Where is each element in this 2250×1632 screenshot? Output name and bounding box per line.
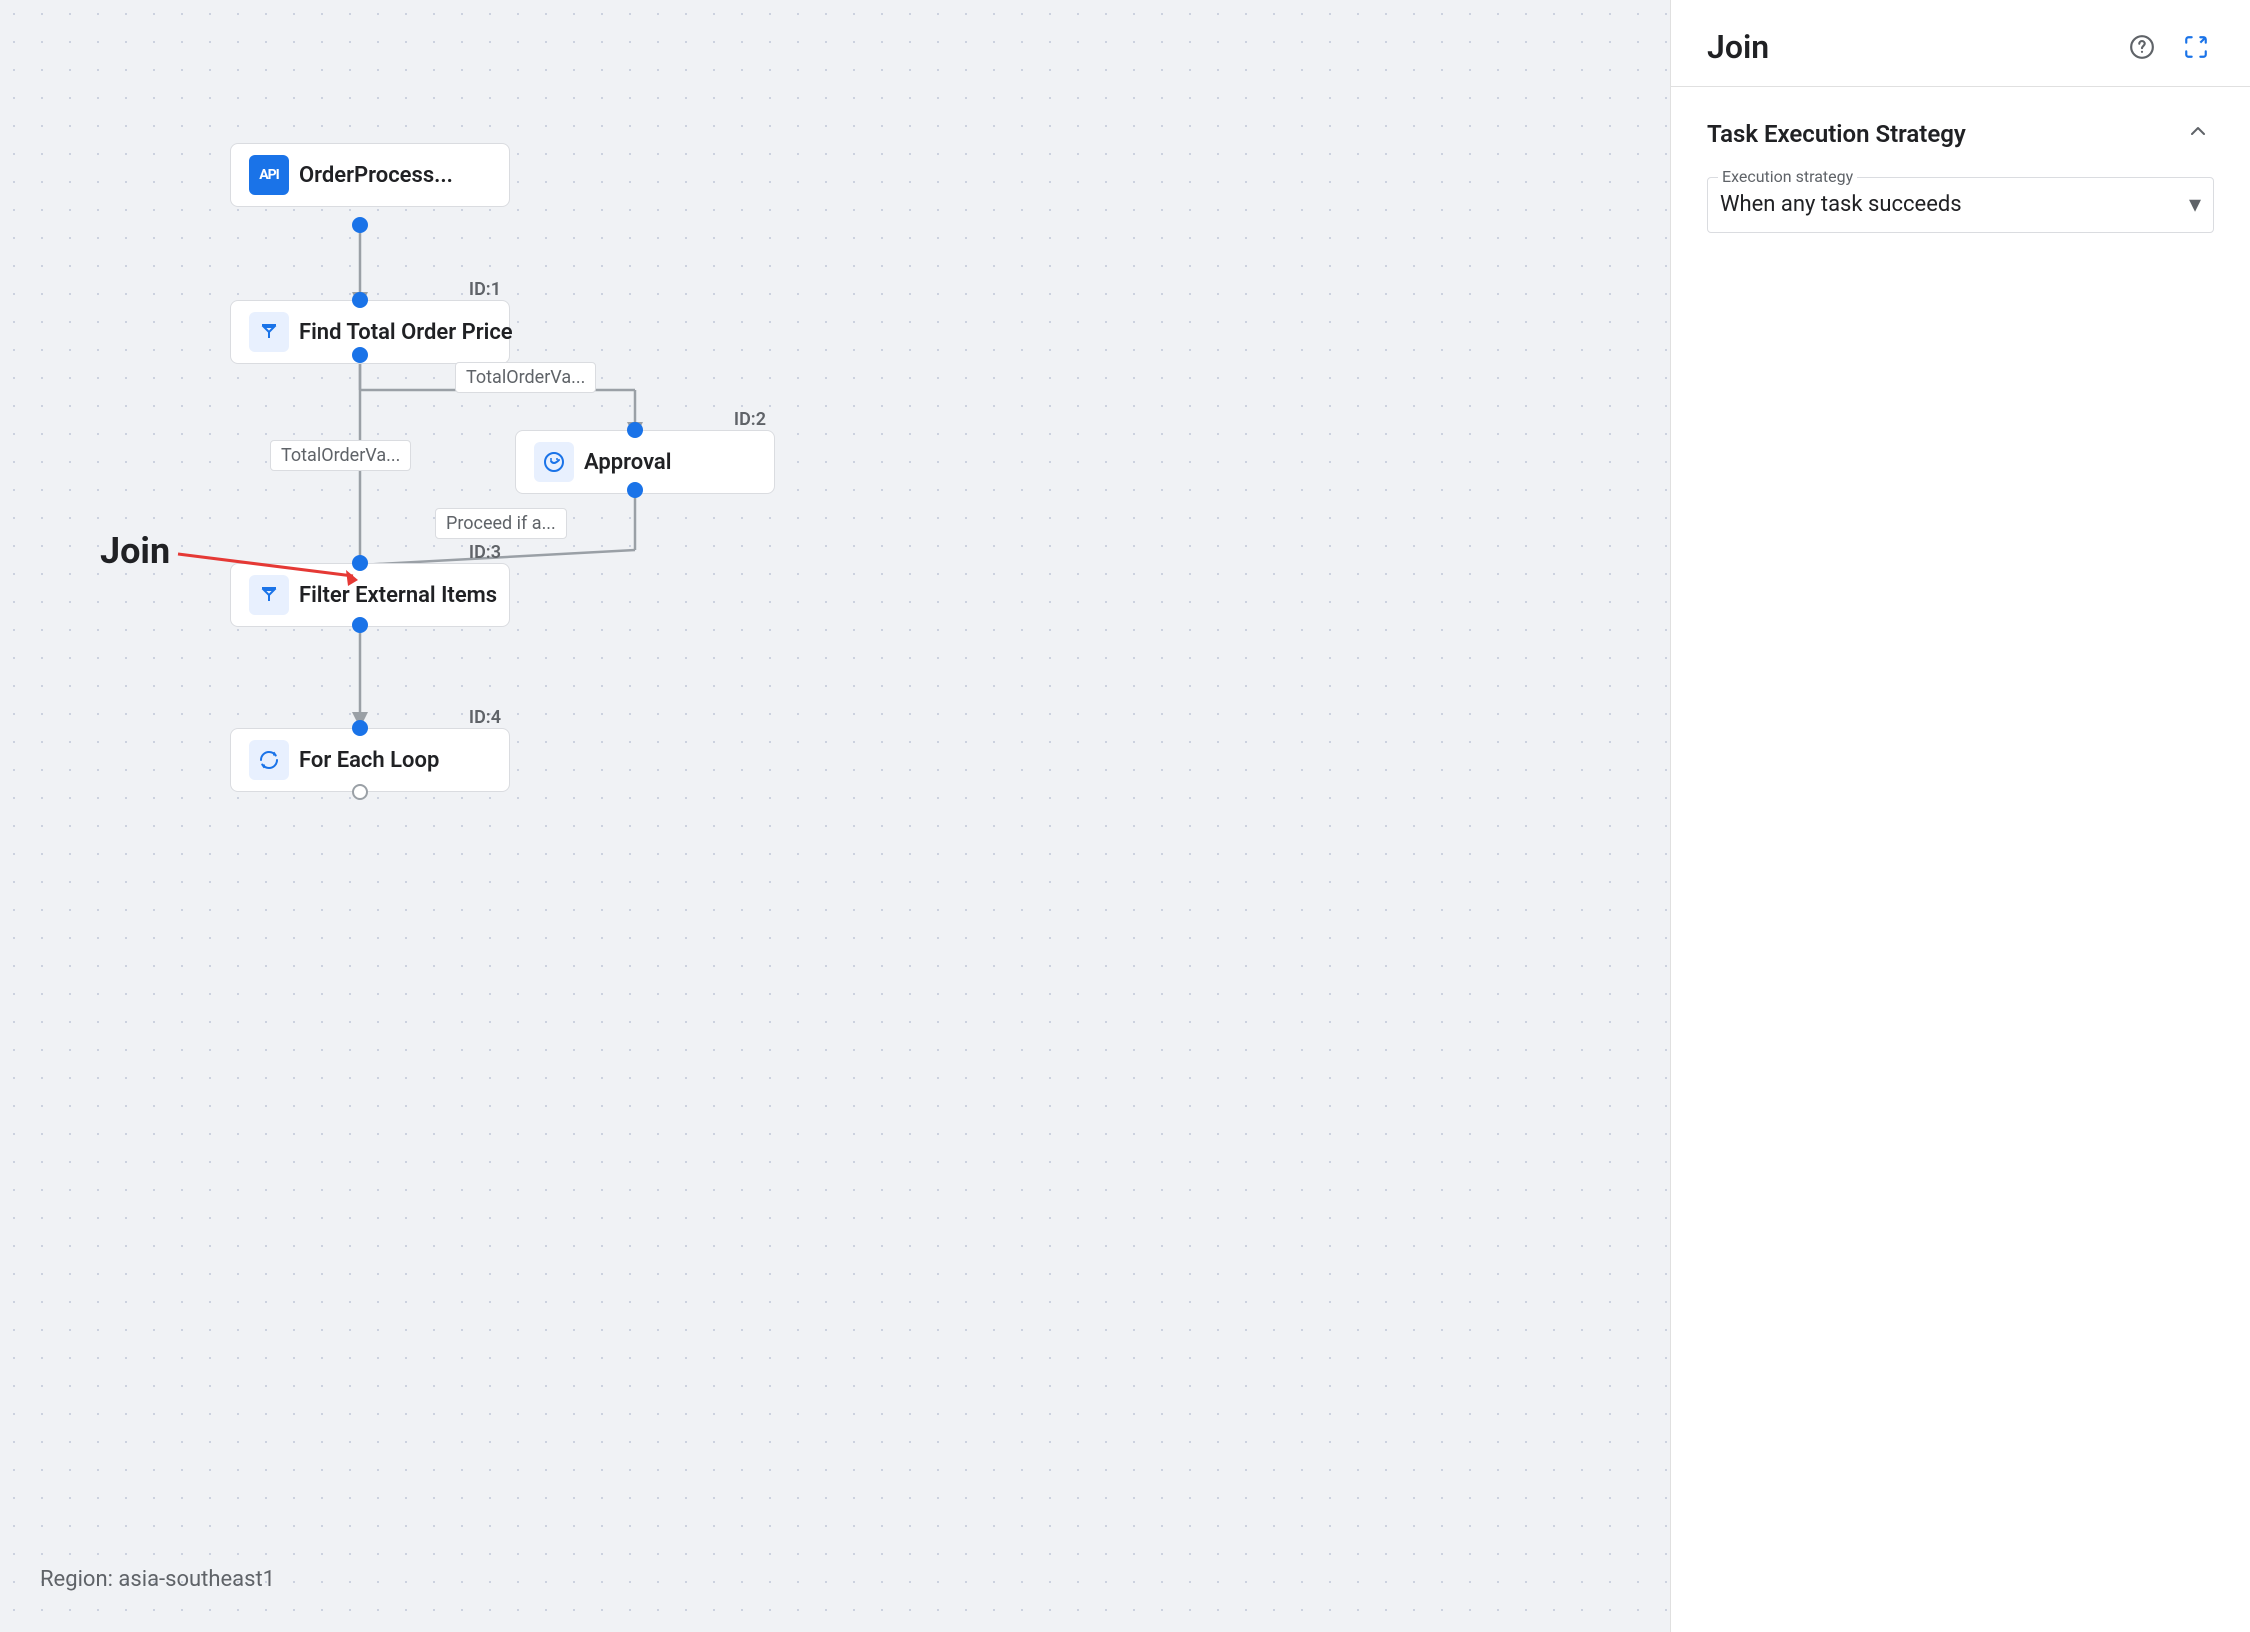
node-label: OrderProcess... xyxy=(299,163,453,188)
expand-button[interactable] xyxy=(2178,29,2214,65)
region-label: Region: asia-southeast1 xyxy=(40,1567,275,1592)
filter-icon xyxy=(249,312,289,352)
connector-dot-foreach-top xyxy=(352,720,368,736)
execution-strategy-value: When any task succeeds xyxy=(1720,192,1962,217)
connector-dot-foreach-bottom xyxy=(352,784,368,800)
node-approval[interactable]: ID:2 Approval xyxy=(515,430,775,494)
node-label: Filter External Items xyxy=(299,583,497,608)
api-icon: API xyxy=(249,155,289,195)
connector-dot-filter-bottom xyxy=(352,617,368,633)
connector-dot xyxy=(352,217,368,233)
dropdown-arrow-icon: ▾ xyxy=(2189,190,2201,218)
section-title: Task Execution Strategy xyxy=(1707,120,1966,148)
section-header: Task Execution Strategy xyxy=(1707,115,2214,153)
connector-dot-approval-top xyxy=(627,422,643,438)
node-for-each[interactable]: ID:4 For Each Loop xyxy=(230,728,510,792)
node-order-process[interactable]: API OrderProcess... xyxy=(230,143,510,207)
connector-dot-find-top xyxy=(352,292,368,308)
node-id-1: ID:1 xyxy=(469,279,501,300)
execution-strategy-field[interactable]: Execution strategy When any task succeed… xyxy=(1707,177,2214,233)
collapse-button[interactable] xyxy=(2182,115,2214,153)
help-button[interactable] xyxy=(2124,29,2160,65)
node-label: Find Total Order Price xyxy=(299,320,513,345)
loop-icon xyxy=(249,740,289,780)
node-id-2: ID:2 xyxy=(734,409,766,430)
workflow-canvas: API OrderProcess... ID:1 Find Total Orde… xyxy=(0,0,1670,1632)
edge-label-total-right: TotalOrderVa... xyxy=(455,362,596,393)
approval-icon xyxy=(534,442,574,482)
node-filter-external[interactable]: ID:3 Filter External Items xyxy=(230,563,510,627)
node-label: Approval xyxy=(584,450,671,475)
edge-label-total-left: TotalOrderVa... xyxy=(270,440,411,471)
panel-header: Join xyxy=(1671,0,2250,87)
panel-icons xyxy=(2124,29,2214,65)
filter2-icon xyxy=(249,575,289,615)
field-label: Execution strategy xyxy=(1718,167,1857,186)
join-label: Join xyxy=(100,530,170,572)
task-execution-section: Task Execution Strategy Execution strate… xyxy=(1671,87,2250,261)
field-value[interactable]: When any task succeeds ▾ xyxy=(1720,186,2201,222)
right-panel: Join Task Execution xyxy=(1670,0,2250,1632)
connector-dot-filter-top xyxy=(352,555,368,571)
node-id-3: ID:3 xyxy=(469,542,501,563)
connector-dot-find-bottom xyxy=(352,347,368,363)
node-label: For Each Loop xyxy=(299,748,439,773)
connector-dot-approval-bottom xyxy=(627,482,643,498)
edge-label-proceed: Proceed if a... xyxy=(435,508,567,539)
panel-title: Join xyxy=(1707,28,1769,66)
node-find-total[interactable]: ID:1 Find Total Order Price xyxy=(230,300,510,364)
node-id-4: ID:4 xyxy=(469,707,501,728)
flow-connections xyxy=(0,0,1670,1632)
